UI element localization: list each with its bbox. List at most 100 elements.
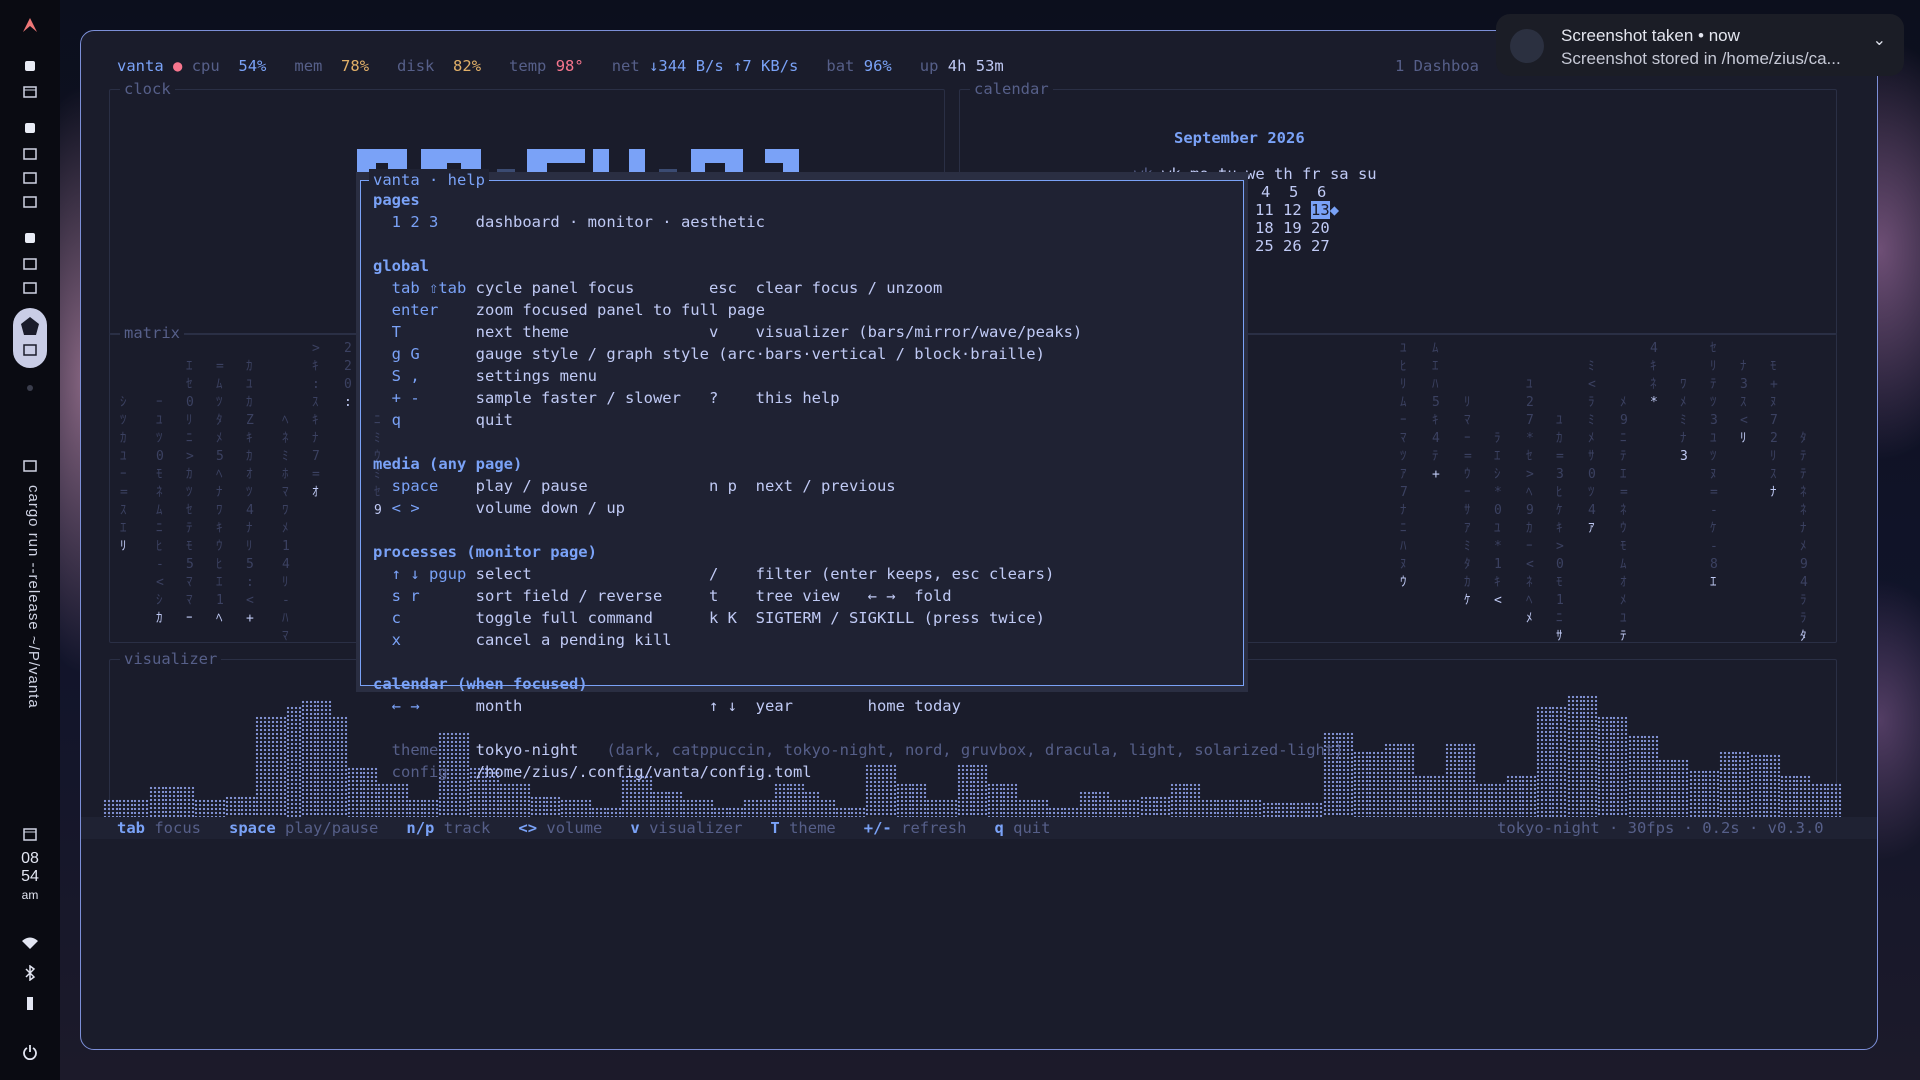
footer-key[interactable]: space	[229, 819, 276, 837]
wifi-icon[interactable]	[0, 932, 60, 954]
matrix-glyph: :	[246, 575, 254, 590]
chevron-down-icon[interactable]: ⌄	[1873, 30, 1886, 50]
matrix-glyph: ﾆ	[1400, 521, 1407, 536]
footer-key[interactable]: v	[630, 819, 639, 837]
matrix-glyph: ﾂ	[216, 395, 223, 410]
disk-value: 82%	[453, 57, 482, 75]
launcher-icon[interactable]	[0, 12, 60, 38]
matrix-glyph: ﾍ	[282, 413, 289, 428]
matrix-glyph: 4	[1800, 575, 1808, 590]
footer-desc: theme	[789, 819, 836, 837]
matrix-glyph: ﾆ	[374, 413, 381, 428]
help-key: 1 2 3	[391, 213, 439, 231]
matrix-panel-title: matrix	[120, 322, 184, 344]
help-desc: select	[475, 565, 532, 583]
calendar-icon[interactable]	[0, 824, 60, 844]
battery-charging-icon[interactable]	[0, 992, 60, 1014]
matrix-glyph: ﾕ	[246, 377, 253, 392]
matrix-glyph: ﾀ	[1464, 557, 1471, 572]
matrix-glyph: ﾋ	[1556, 485, 1563, 500]
active-app-icon[interactable]	[0, 314, 60, 338]
matrix-glyph: ﾅ	[1400, 503, 1407, 518]
visualizer-bar	[1551, 706, 1568, 831]
section-media: media (any page)	[373, 455, 523, 473]
footer-key[interactable]: +/-	[864, 819, 892, 837]
footer-key[interactable]: q	[994, 819, 1003, 837]
matrix-glyph: 3	[1740, 377, 1748, 392]
matrix-glyph: =	[120, 485, 128, 500]
matrix-glyph: ﾃ	[1800, 449, 1807, 464]
matrix-glyph: ﾀ	[216, 413, 223, 428]
bluetooth-off-icon[interactable]	[0, 962, 60, 984]
matrix-glyph: ﾏ	[282, 485, 289, 500]
matrix-glyph: ﾂ	[246, 485, 253, 500]
temp-value: 98°	[555, 57, 584, 75]
help-key: T	[391, 323, 402, 341]
matrix-glyph: 5	[216, 449, 224, 464]
help-key: q	[391, 411, 402, 429]
matrix-glyph: ﾒ	[1620, 593, 1627, 608]
matrix-glyph: <	[246, 593, 254, 608]
help-desc: filter (enter keeps, esc clears)	[755, 565, 1055, 583]
taskbar-window-title[interactable]: cargo run --release ~/P/vanta	[18, 485, 42, 765]
matrix-glyph: ﾊ	[1400, 539, 1407, 554]
task-window-icon[interactable]	[0, 456, 60, 476]
matrix-glyph: ﾇ	[1400, 557, 1407, 572]
matrix-glyph: ﾆ	[156, 521, 163, 536]
visualizer-bar	[1597, 715, 1614, 831]
matrix-glyph: ﾓ	[156, 467, 163, 482]
help-desc: settings menu	[475, 367, 597, 385]
calendar-month: September 2026	[1174, 129, 1305, 147]
matrix-glyph: ﾋ	[216, 557, 223, 572]
matrix-glyph: 1	[1494, 557, 1502, 572]
footer-key[interactable]: n/p	[406, 819, 434, 837]
matrix-glyph: >	[186, 449, 194, 464]
matrix-glyph: ｷ	[1494, 575, 1501, 590]
footer-desc: volume	[546, 819, 603, 837]
matrix-glyph: ｾ	[374, 485, 381, 500]
terminal-window-icon[interactable]	[0, 168, 60, 188]
power-icon[interactable]	[0, 1040, 60, 1064]
matrix-glyph: ﾑ	[1620, 557, 1627, 572]
terminal-window-icon[interactable]	[0, 278, 60, 298]
help-modal[interactable]: vanta · help pages 1 2 3 dashboard · mon…	[360, 169, 1344, 781]
page-tabs[interactable]: 1 Dashboa	[1395, 55, 1479, 77]
uptime-label: up	[919, 57, 939, 75]
terminal-window-icon[interactable]	[0, 192, 60, 212]
matrix-glyph: ﾓ	[1770, 359, 1777, 374]
footer-key[interactable]: T	[770, 819, 779, 837]
calendar-panel-title: calendar	[970, 78, 1053, 100]
workspace-dot-icon[interactable]	[0, 56, 60, 76]
footer-key[interactable]: <>	[518, 819, 537, 837]
matrix-glyph: ﾍ	[216, 467, 223, 482]
matrix-glyph: 5	[186, 557, 194, 572]
matrix-glyph: ﾕ	[1620, 611, 1627, 626]
help-key: k K	[708, 609, 737, 627]
terminal-window-icon[interactable]	[0, 340, 60, 360]
window-icon[interactable]	[0, 82, 60, 102]
matrix-glyph: ﾗ	[1800, 611, 1807, 626]
empty-workspace-icon[interactable]	[0, 378, 60, 398]
matrix-glyph: ﾜ	[282, 503, 289, 518]
matrix-glyph: ﾂ	[186, 485, 193, 500]
matrix-glyph: ﾈ	[1620, 503, 1627, 518]
help-title-text: vanta · help	[373, 171, 485, 189]
help-key: x	[391, 631, 402, 649]
visualizer-bar	[301, 699, 318, 831]
terminal-window-icon[interactable]	[0, 254, 60, 274]
matrix-glyph: *	[1494, 485, 1502, 500]
matrix-glyph: ﾅ	[1800, 521, 1807, 536]
matrix-glyph: <	[1588, 377, 1596, 392]
workspace-dot-icon[interactable]	[0, 118, 60, 138]
matrix-glyph: ﾒ	[1800, 539, 1807, 554]
footer-key[interactable]: tab	[117, 819, 145, 837]
workspace-dot-icon[interactable]	[0, 228, 60, 248]
terminal-window-icon[interactable]	[0, 144, 60, 164]
matrix-glyph: ﾓ	[186, 539, 193, 554]
screenshot-notification[interactable]: Screenshot taken • now Screenshot stored…	[1496, 14, 1904, 76]
matrix-glyph: 3	[1556, 467, 1564, 482]
matrix-glyph: ﾐ	[1588, 359, 1595, 374]
cpu-value: 54%	[238, 57, 267, 75]
help-desc: volume down / up	[475, 499, 625, 517]
help-desc: sort field / reverse	[475, 587, 663, 605]
